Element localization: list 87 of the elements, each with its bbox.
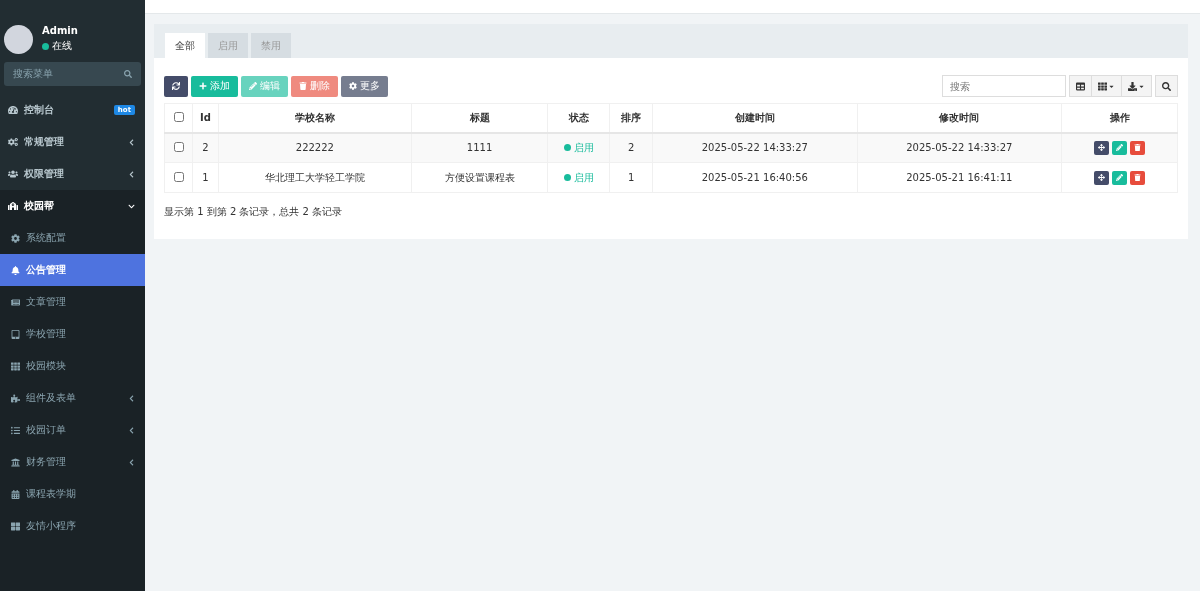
table-cell: 2 (609, 132, 653, 163)
trash-icon (299, 82, 307, 90)
filter-tab[interactable]: 全部 (165, 33, 205, 58)
delete-button[interactable] (1130, 170, 1145, 185)
refresh-icon (172, 82, 180, 90)
table-cell: 1 (192, 162, 219, 193)
column-header: 学校名称 (218, 103, 412, 133)
refresh-button[interactable] (164, 75, 188, 97)
sidebar-item[interactable]: 课程表学期 (0, 478, 145, 510)
status-text: 启用 (573, 140, 594, 155)
sidebar-item[interactable]: 校园帮 (0, 190, 145, 222)
drag-button[interactable] (1094, 140, 1109, 155)
table-cell: 1 (609, 162, 653, 193)
search-icon (124, 70, 132, 78)
table-cell: 2025-05-22 14:33:27 (857, 132, 1062, 163)
sidebar-item[interactable]: 学校管理 (0, 318, 145, 350)
table-icon (1076, 81, 1085, 91)
grid-icon (1098, 81, 1107, 91)
columns-button[interactable] (1091, 75, 1122, 97)
search-icon (1162, 81, 1171, 91)
sidebar-item[interactable]: 公告管理 (0, 254, 145, 286)
row-checkbox[interactable] (173, 171, 184, 182)
download-icon (1128, 81, 1137, 91)
grid-icon (11, 521, 20, 531)
pencil-icon (1116, 174, 1123, 181)
column-header: 状态 (547, 103, 610, 133)
table-cell: 2 (192, 132, 219, 163)
select-all-checkbox[interactable] (173, 111, 184, 122)
puzzle-icon (11, 393, 20, 403)
search-field[interactable]: 搜索 (942, 75, 1066, 97)
column-header: 创建时间 (652, 103, 858, 133)
sidebar-item[interactable]: 权限管理 (0, 158, 145, 190)
column-header: 操作 (1061, 103, 1178, 133)
column-header: 修改时间 (857, 103, 1062, 133)
search-button[interactable] (1155, 75, 1178, 97)
move-icon (1098, 144, 1105, 152)
gears-icon (8, 137, 18, 147)
column-header: Id (192, 103, 219, 133)
column-header: 标题 (411, 103, 548, 133)
column-header: 排序 (609, 103, 653, 133)
user-name: Admin (42, 25, 78, 36)
status-dot (563, 174, 571, 181)
newspaper-icon (11, 297, 20, 307)
dashboard-icon (8, 105, 18, 115)
plus-icon (199, 82, 207, 90)
pencil-icon (1116, 144, 1123, 152)
grid-icon (11, 361, 20, 371)
table-view-button[interactable] (1069, 75, 1092, 97)
bank-icon (11, 457, 20, 467)
move-icon (1098, 174, 1105, 181)
sidebar-item[interactable]: 文章管理 (0, 286, 145, 318)
delete-button[interactable] (1130, 140, 1145, 155)
table-cell: 2025-05-22 14:33:27 (652, 132, 858, 163)
pagination-info: 显示第 1 到第 2 条记录，总共 2 条记录 (164, 205, 344, 219)
sidebar-item[interactable]: 常规管理 (0, 126, 145, 158)
trash-icon (1134, 144, 1141, 152)
row-checkbox[interactable] (173, 141, 184, 152)
more-button[interactable]: 更多 (341, 75, 388, 97)
user-status: 在线 (52, 39, 72, 53)
table-cell: 华北理工大学轻工学院 (218, 162, 412, 193)
status-text: 启用 (573, 170, 594, 185)
building-icon (8, 201, 18, 211)
menu-search-field[interactable]: 搜索菜单 (4, 62, 141, 86)
table-cell: 2025-05-21 16:41:11 (857, 162, 1062, 193)
sidebar-item[interactable]: 系统配置 (0, 222, 145, 254)
drag-button[interactable] (1094, 170, 1109, 185)
list-icon (11, 425, 20, 435)
sidebar-item[interactable]: 校园订单 (0, 414, 145, 446)
table-cell: 222222 (218, 132, 412, 163)
table-cell: 方便设置课程表 (411, 162, 548, 193)
users-icon (8, 169, 18, 179)
trash-icon (1134, 174, 1141, 181)
status-dot (563, 144, 571, 152)
tablet-icon (11, 329, 20, 339)
avatar (4, 24, 33, 54)
sidebar-item[interactable]: 校园模块 (0, 350, 145, 382)
sidebar-item[interactable]: 组件及表单 (0, 382, 145, 414)
sidebar-item[interactable]: 财务管理 (0, 446, 145, 478)
table-cell: 1111 (411, 132, 548, 163)
calendar-icon (11, 489, 20, 499)
export-button[interactable] (1121, 75, 1152, 97)
table-cell: 2025-05-21 16:40:56 (652, 162, 858, 193)
gear-icon (349, 82, 357, 90)
gear-icon (11, 233, 20, 243)
bell-icon (11, 265, 20, 275)
sidebar-item[interactable]: 友情小程序 (0, 510, 145, 542)
pencil-icon (249, 82, 257, 90)
